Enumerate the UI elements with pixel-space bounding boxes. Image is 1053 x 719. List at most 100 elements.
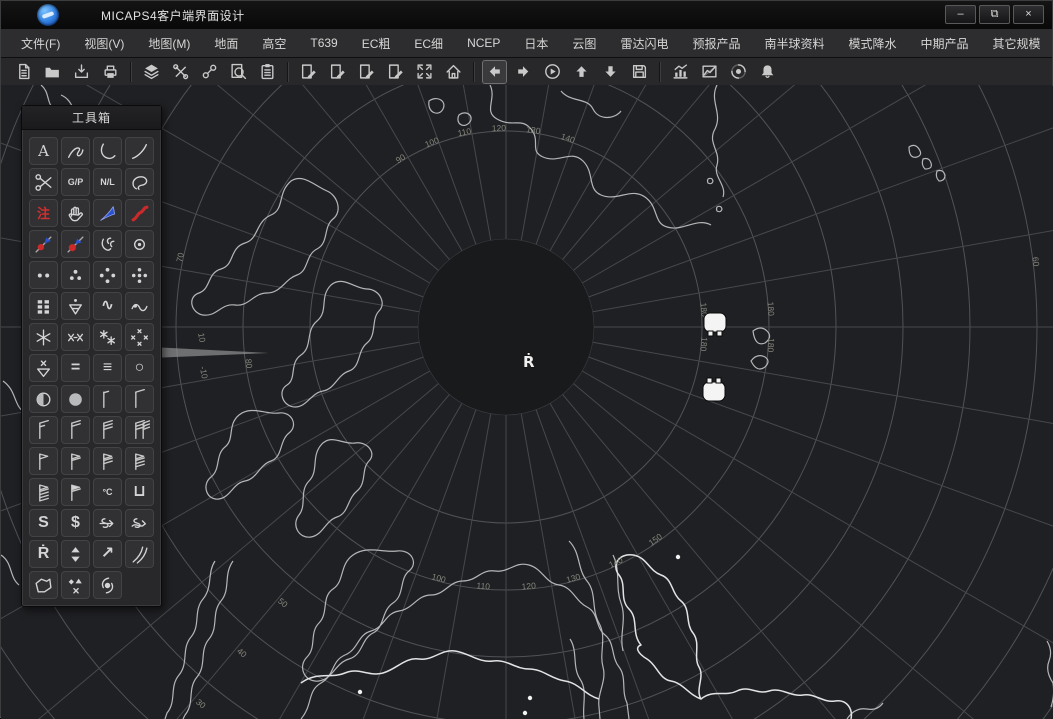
menu-item[interactable]: EC细	[402, 29, 455, 57]
tool-wave-dot[interactable]	[125, 292, 154, 320]
menu-item[interactable]: 高空	[250, 29, 298, 57]
tool-dots-5[interactable]	[125, 261, 154, 289]
tool-dollar-tool[interactable]: $	[61, 509, 90, 537]
tool-dots-3[interactable]	[61, 261, 90, 289]
menu-item[interactable]: 模式降水	[836, 29, 908, 57]
new-document-icon[interactable]	[11, 60, 36, 84]
menu-item[interactable]: 视图(V)	[72, 29, 136, 57]
menu-item[interactable]: 南半球资料	[752, 29, 836, 57]
home-icon[interactable]	[441, 60, 466, 84]
cyclone-icon[interactable]	[726, 60, 751, 84]
tool-occluded-front-2[interactable]	[61, 230, 90, 258]
tool-snow-cross[interactable]	[61, 323, 90, 351]
link-icon[interactable]	[197, 60, 222, 84]
tool-curve-tool[interactable]	[125, 137, 154, 165]
menu-item[interactable]: T639	[298, 29, 349, 57]
edit-document-4-icon[interactable]	[383, 60, 408, 84]
tool-barb-flag-4[interactable]	[29, 478, 58, 506]
import-data-icon[interactable]	[69, 60, 94, 84]
tool-gp-tool[interactable]: G/P	[61, 168, 90, 196]
print-icon[interactable]	[98, 60, 123, 84]
menu-item[interactable]: 文件(F)	[9, 29, 72, 57]
nav-down-icon[interactable]	[598, 60, 623, 84]
tool-barb-flag[interactable]	[29, 447, 58, 475]
tool-equals[interactable]: =	[61, 354, 90, 382]
tool-barb-flag-1[interactable]	[61, 447, 90, 475]
tool-nl-tool[interactable]: N/L	[93, 168, 122, 196]
menu-item[interactable]: 日本	[512, 29, 560, 57]
tool-s-arrow-2[interactable]	[125, 509, 154, 537]
zoom-document-icon[interactable]	[226, 60, 251, 84]
tool-scatter-tool[interactable]	[61, 571, 90, 599]
menu-item[interactable]: 地面	[202, 29, 250, 57]
edit-document-2-icon[interactable]	[325, 60, 350, 84]
tools-icon[interactable]	[168, 60, 193, 84]
nav-forward-icon[interactable]	[511, 60, 536, 84]
menu-item[interactable]: EC粗	[350, 29, 403, 57]
tool-occluded-front-1[interactable]	[29, 230, 58, 258]
layers-icon[interactable]	[139, 60, 164, 84]
tool-r-dot-tool[interactable]: Ṙ	[29, 540, 58, 568]
menu-item[interactable]: 雷达闪电	[608, 29, 680, 57]
minimize-button[interactable]: –	[945, 5, 976, 24]
tool-snow-double[interactable]	[93, 323, 122, 351]
tool-warm-front[interactable]	[125, 199, 154, 227]
restore-button[interactable]: ⧉	[979, 5, 1010, 24]
tool-barb-3-double[interactable]	[125, 416, 154, 444]
tool-typhoon-tool[interactable]	[93, 571, 122, 599]
tool-barb-pennant[interactable]	[61, 478, 90, 506]
menu-item[interactable]: 中期产品	[909, 29, 981, 57]
tool-barb-flag-2[interactable]	[93, 447, 122, 475]
tool-pen-tool[interactable]	[61, 137, 90, 165]
tool-arc-tool[interactable]	[93, 137, 122, 165]
tool-snowflake[interactable]	[29, 323, 58, 351]
tool-squares-grid[interactable]	[29, 292, 58, 320]
tool-hand[interactable]	[61, 199, 90, 227]
tool-text-tool[interactable]: A	[29, 137, 58, 165]
menu-item[interactable]: 其它规模	[981, 29, 1053, 57]
tool-filled-circle[interactable]	[61, 385, 90, 413]
tool-wave[interactable]: ∿	[93, 292, 122, 320]
tool-half-circle[interactable]	[29, 385, 58, 413]
menu-item[interactable]: 预报产品	[680, 29, 752, 57]
tool-polygon-tool[interactable]	[29, 571, 58, 599]
tool-barb-1-half[interactable]	[29, 416, 58, 444]
tool-bracket-tool[interactable]: ⊔	[125, 478, 154, 506]
tool-barb-flag-3[interactable]	[125, 447, 154, 475]
tool-barb-1[interactable]	[125, 385, 154, 413]
tool-circle[interactable]: ○	[125, 354, 154, 382]
tool-flag-blue[interactable]	[93, 199, 122, 227]
toolbox-title[interactable]: 工具箱	[22, 106, 161, 130]
edit-document-3-icon[interactable]	[354, 60, 379, 84]
tool-temperature-c[interactable]: °C	[93, 478, 122, 506]
tool-triple-bar[interactable]: ≡	[93, 354, 122, 382]
menu-item[interactable]: NCEP	[455, 29, 512, 57]
tool-barb-half[interactable]	[93, 385, 122, 413]
tool-barb-3[interactable]	[93, 416, 122, 444]
bell-icon[interactable]	[755, 60, 780, 84]
chart-overlay-icon[interactable]	[697, 60, 722, 84]
close-button[interactable]: ×	[1013, 5, 1044, 24]
open-folder-icon[interactable]	[40, 60, 65, 84]
menu-item[interactable]: 地图(M)	[136, 29, 202, 57]
tool-scissors[interactable]	[29, 168, 58, 196]
clipboard-icon[interactable]	[255, 60, 280, 84]
save-disk-icon[interactable]	[627, 60, 652, 84]
tool-snow-diamond[interactable]	[125, 323, 154, 351]
tool-annotate[interactable]: 注	[29, 199, 58, 227]
edit-document-1-icon[interactable]	[296, 60, 321, 84]
tool-claw-tool[interactable]	[93, 230, 122, 258]
tool-lasso[interactable]	[125, 168, 154, 196]
tool-ne-arrow[interactable]: ↗	[93, 540, 122, 568]
tool-up-down[interactable]	[61, 540, 90, 568]
tool-s-tool[interactable]: S	[29, 509, 58, 537]
tool-double-curve[interactable]	[125, 540, 154, 568]
nav-back-icon[interactable]	[482, 60, 507, 84]
tool-dots-4[interactable]	[93, 261, 122, 289]
tool-s-arrow[interactable]	[93, 509, 122, 537]
chart-icon[interactable]	[668, 60, 693, 84]
tool-triangle-dot[interactable]	[61, 292, 90, 320]
menu-item[interactable]: 云图	[560, 29, 608, 57]
toolbox-panel[interactable]: 工具箱 AG/PN/L 注 ∿ =≡○ °C⊔ S$Ṙ ↗	[21, 105, 162, 607]
tool-hail[interactable]	[29, 354, 58, 382]
